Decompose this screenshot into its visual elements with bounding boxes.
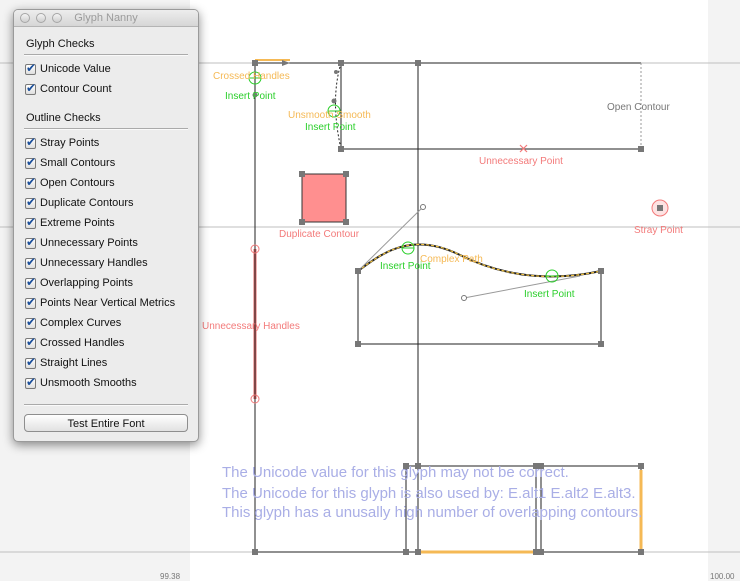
section-title-glyph-checks: Glyph Checks: [26, 38, 95, 50]
checkbox[interactable]: [25, 275, 36, 289]
check-label: Complex Curves: [40, 317, 122, 329]
check-label: Points Near Vertical Metrics: [40, 297, 176, 309]
check-label: Open Contours: [40, 177, 115, 189]
ruler-value-right: 100.00: [710, 572, 735, 581]
check-overlapping-points[interactable]: Overlapping Points: [25, 275, 133, 291]
checkbox[interactable]: [25, 155, 36, 169]
check-label: Unnecessary Points: [40, 237, 138, 249]
check-unicode-value[interactable]: Unicode Value: [25, 61, 111, 77]
check-label: Duplicate Contours: [40, 197, 134, 209]
checkbox[interactable]: [25, 81, 36, 95]
report-line: The Unicode value for this glyph may not…: [222, 464, 569, 481]
test-entire-font-button[interactable]: Test Entire Font: [24, 414, 188, 432]
check-small-contours[interactable]: Small Contours: [25, 155, 115, 171]
insert-point-label: Insert Point: [524, 289, 575, 300]
unnecessary-handles-label: Unnecessary Handles: [202, 321, 300, 332]
check-label: Unicode Value: [40, 63, 111, 75]
crossed-handles-label: Crossed Handles: [213, 71, 290, 82]
check-label: Stray Points: [40, 137, 100, 149]
check-extreme-points[interactable]: Extreme Points: [25, 215, 115, 231]
open-contour-label: Open Contour: [607, 102, 670, 113]
check-stray-points[interactable]: Stray Points: [25, 135, 99, 151]
check-label: Overlapping Points: [40, 277, 133, 289]
glyph-nanny-window: Glyph Nanny Glyph Checks Unicode Value C…: [13, 9, 199, 442]
checkbox[interactable]: [25, 375, 36, 389]
check-open-contours[interactable]: Open Contours: [25, 175, 115, 191]
window-title: Glyph Nanny: [74, 12, 138, 24]
duplicate-contour-shape: [301, 173, 347, 223]
complex-path-label: Complex Path: [420, 254, 483, 265]
section-title-outline-checks: Outline Checks: [26, 112, 101, 124]
checkbox[interactable]: [25, 355, 36, 369]
checkbox[interactable]: [25, 175, 36, 189]
check-label: Straight Lines: [40, 357, 108, 369]
checkbox[interactable]: [25, 195, 36, 209]
check-unnecessary-handles[interactable]: Unnecessary Handles: [25, 255, 148, 271]
checkbox[interactable]: [25, 335, 36, 349]
check-unsmooth-smooths[interactable]: Unsmooth Smooths: [25, 375, 137, 391]
check-unnecessary-points[interactable]: Unnecessary Points: [25, 235, 138, 251]
stray-point-label: Stray Point: [634, 225, 683, 236]
check-label: Small Contours: [40, 157, 116, 169]
checkbox[interactable]: [25, 255, 36, 269]
check-complex-curves[interactable]: Complex Curves: [25, 315, 121, 331]
checkbox[interactable]: [25, 315, 36, 329]
check-points-near-vertical-metrics[interactable]: Points Near Vertical Metrics: [25, 295, 175, 311]
check-label: Contour Count: [40, 83, 112, 95]
report-line: The Unicode for this glyph is also used …: [222, 485, 636, 502]
duplicate-contour-label: Duplicate Contour: [279, 229, 360, 240]
ruler-value-left: 99.38: [160, 572, 181, 581]
insert-point-label: Insert Point: [225, 91, 276, 102]
check-contour-count[interactable]: Contour Count: [25, 81, 112, 97]
check-straight-lines[interactable]: Straight Lines: [25, 355, 107, 371]
section-divider: [24, 128, 188, 130]
checkbox[interactable]: [25, 61, 36, 75]
check-label: Extreme Points: [40, 217, 115, 229]
window-titlebar[interactable]: Glyph Nanny: [14, 10, 198, 27]
checkbox[interactable]: [25, 135, 36, 149]
check-crossed-handles[interactable]: Crossed Handles: [25, 335, 124, 351]
report-line: This glyph has a unusally high number of…: [222, 504, 643, 521]
insert-point-label: Insert Point: [305, 122, 356, 133]
checkbox[interactable]: [25, 295, 36, 309]
check-label: Unsmooth Smooths: [40, 377, 137, 389]
checkbox[interactable]: [25, 235, 36, 249]
check-label: Unnecessary Handles: [40, 257, 148, 269]
checkbox[interactable]: [25, 215, 36, 229]
check-duplicate-contours[interactable]: Duplicate Contours: [25, 195, 134, 211]
section-divider: [24, 54, 188, 56]
unnecessary-point-label: Unnecessary Point: [479, 156, 563, 167]
unsmooth-smooth-label: Unsmooth Smooth: [288, 110, 371, 121]
check-label: Crossed Handles: [40, 337, 125, 349]
section-divider: [24, 404, 188, 406]
